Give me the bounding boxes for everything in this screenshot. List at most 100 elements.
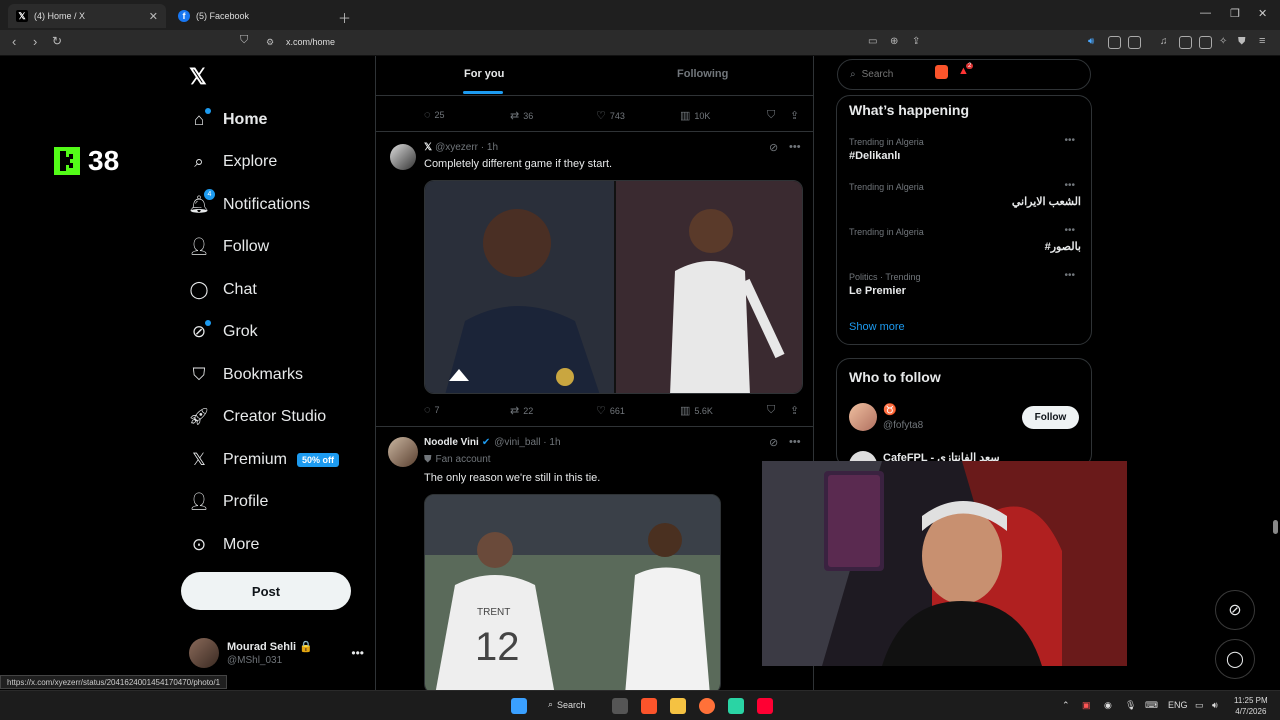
sidebar-item-home[interactable]: ⌂ Home — [189, 106, 267, 134]
more-dots-icon[interactable]: ••• — [1064, 225, 1075, 236]
tweet-author-handle[interactable]: @xyezerr — [435, 142, 478, 153]
search-input[interactable] — [861, 69, 1062, 80]
more-dots-icon[interactable]: ••• — [351, 646, 364, 660]
sidebar-item-follow[interactable]: 👤︎ Follow — [188, 233, 269, 261]
tray-app-icon[interactable]: ◉ — [1104, 700, 1112, 711]
cast-icon[interactable]: ▭ — [868, 36, 877, 47]
tab-following[interactable]: Following — [677, 68, 728, 80]
firefox-icon[interactable] — [699, 698, 715, 714]
reader-icon[interactable] — [1128, 36, 1141, 49]
account-switcher[interactable]: Mourad Sehli 🔒 @MShl_031 ••• — [189, 638, 364, 668]
task-view-icon[interactable] — [612, 698, 628, 714]
sidebar-item-notifications[interactable]: 🔔︎ 4 Notifications — [188, 189, 310, 219]
grok-explain-icon[interactable]: ⊘ — [769, 141, 778, 154]
more-dots-icon[interactable]: ••• — [1064, 180, 1075, 191]
tweet-time[interactable]: 1h — [549, 437, 560, 448]
like-button[interactable]: ♡ 743 — [596, 109, 625, 122]
tweet-image[interactable] — [424, 180, 803, 394]
start-menu-icon[interactable] — [511, 698, 527, 714]
minimize-window-icon[interactable]: — — [1200, 7, 1211, 19]
sidebar-toggle-icon[interactable] — [1179, 36, 1192, 49]
views-button[interactable]: ▥ 10K — [680, 109, 710, 122]
reload-icon[interactable]: ↻ — [52, 34, 62, 48]
like-button[interactable]: ♡ 661 — [596, 404, 625, 417]
restore-window-icon[interactable]: ❐ — [1230, 7, 1240, 20]
tweet-author-name[interactable]: Noodle Vini — [424, 437, 479, 448]
show-more-link[interactable]: Show more — [849, 321, 905, 333]
keyboard-icon[interactable]: ⌨ — [1145, 700, 1158, 711]
bookmark-page-icon[interactable]: ⛉ — [240, 34, 248, 47]
browser-tab-facebook[interactable]: f (5) Facebook — [170, 4, 330, 28]
close-tab-icon[interactable]: ✕ — [149, 10, 158, 23]
more-dots-icon[interactable]: ••• — [789, 141, 801, 153]
sidebar-item-creator-studio[interactable]: 🚀︎ Creator Studio — [188, 403, 326, 431]
grok-explain-icon[interactable]: ⊘ — [769, 436, 778, 449]
leo-ai-icon[interactable]: ✧ — [1219, 36, 1227, 47]
back-icon[interactable]: ‹ — [12, 34, 16, 49]
bookmark-button[interactable]: ⛉ — [767, 109, 779, 122]
sidebar-item-more[interactable]: ⊙ More — [189, 531, 260, 559]
sidebar-item-grok[interactable]: ⊘ Grok — [189, 318, 258, 346]
bookmark-button[interactable]: ⛉ — [767, 404, 779, 417]
chevron-up-icon[interactable]: ⌃ — [1062, 700, 1070, 711]
share-icon[interactable]: ⇪ — [912, 36, 920, 47]
share-button[interactable]: ⇪ — [790, 109, 803, 122]
more-dots-icon[interactable]: ••• — [789, 436, 801, 448]
address-bar[interactable]: x.com/home — [286, 37, 335, 47]
tweet-author-handle[interactable]: @vini_ball — [494, 437, 540, 448]
music-icon[interactable]: ♫ — [1160, 36, 1168, 47]
wallet-icon[interactable] — [1199, 36, 1212, 49]
sidebar-item-profile[interactable]: 👤︎ Profile — [188, 488, 268, 516]
extensions-icon[interactable] — [1108, 36, 1121, 49]
repost-button[interactable]: ⇄ 22 — [510, 404, 533, 417]
grok-floating-button[interactable]: ⊘ — [1215, 590, 1255, 630]
more-dots-icon[interactable]: ••• — [1064, 135, 1075, 146]
views-button[interactable]: ▥ 5.6K — [680, 404, 713, 417]
search-box[interactable]: ⌕ — [837, 59, 1091, 90]
app-icon[interactable] — [728, 698, 744, 714]
browser-tab-x-home[interactable]: 𝕏 (4) Home / X ✕ — [8, 4, 166, 28]
share-button[interactable]: ⇪ — [790, 404, 803, 417]
tray-app-icon[interactable]: ▣ — [1082, 700, 1091, 711]
volume-icon[interactable]: 🔊︎ — [1212, 700, 1218, 711]
microphone-icon[interactable]: 🎙︎ — [1125, 700, 1136, 711]
vpn-icon[interactable]: ⛊ — [1238, 36, 1246, 47]
page-scrollbar[interactable] — [1272, 60, 1278, 680]
suggestion-name[interactable]: ♉ — [883, 403, 897, 416]
menu-icon[interactable]: ≡ — [1259, 35, 1265, 47]
follow-button[interactable]: Follow — [1022, 406, 1079, 429]
post-button[interactable]: Post — [181, 572, 351, 610]
forward-icon[interactable]: › — [33, 34, 37, 49]
network-icon[interactable]: ▭ — [1195, 700, 1204, 711]
sidebar-item-chat[interactable]: ◯ Chat — [189, 276, 256, 304]
reply-button[interactable]: ◌ 25 — [424, 109, 445, 121]
scrollbar-thumb[interactable] — [1273, 520, 1278, 534]
sidebar-item-explore[interactable]: ⌕ Explore — [189, 148, 277, 176]
x-logo-icon[interactable]: 𝕏 — [189, 64, 207, 90]
sidebar-item-bookmarks[interactable]: ⛉ Bookmarks — [189, 361, 303, 389]
tweet-image[interactable]: TRENT 12 — [424, 494, 721, 694]
close-window-icon[interactable]: ✕ — [1258, 7, 1267, 20]
audio-icon[interactable]: 🔊︎ — [1088, 36, 1094, 47]
trend-item[interactable]: Trending in Algeria الشعب الايراني ••• — [849, 180, 1081, 208]
tweet-time[interactable]: 1h — [487, 142, 498, 153]
repost-button[interactable]: ⇄ 36 — [510, 109, 533, 122]
site-settings-icon[interactable]: ⚙ — [266, 37, 274, 48]
tab-for-you[interactable]: For you — [464, 68, 504, 80]
system-clock[interactable]: 11:25 PM 4/7/2026 — [1234, 695, 1268, 717]
taskbar-search[interactable]: ⌕ Search — [548, 699, 586, 710]
youtube-icon[interactable] — [757, 698, 773, 714]
avatar[interactable] — [388, 437, 418, 467]
new-tab-button[interactable]: ＋ — [338, 8, 351, 27]
avatar[interactable] — [849, 403, 877, 431]
tweet-author-name[interactable]: 𝕏 — [424, 142, 432, 153]
avatar[interactable] — [390, 144, 416, 170]
sidebar-item-premium[interactable]: 𝕏 Premium 50% off — [189, 446, 340, 474]
zoom-icon[interactable]: ⊕ — [890, 36, 898, 47]
more-dots-icon[interactable]: ••• — [1064, 270, 1075, 281]
trend-item[interactable]: Trending in Algeria #بالصور ••• — [849, 225, 1081, 253]
file-explorer-icon[interactable] — [670, 698, 686, 714]
brave-browser-icon[interactable] — [641, 698, 657, 714]
trend-item[interactable]: Trending in Algeria #Delikanlı ••• — [849, 135, 1081, 162]
language-indicator[interactable]: ENG — [1168, 700, 1188, 710]
